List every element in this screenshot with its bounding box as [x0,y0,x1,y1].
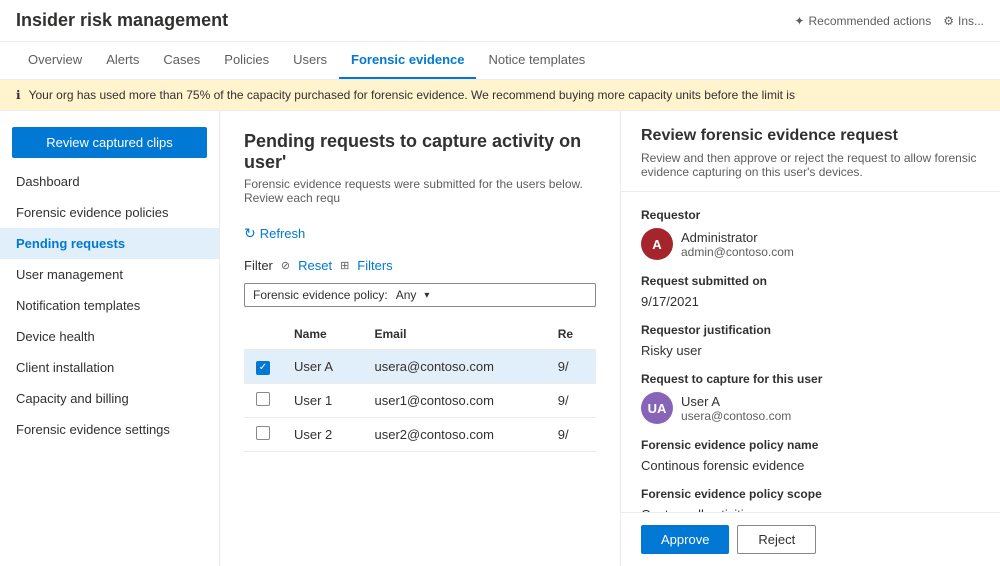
submitted-on-value: 9/17/2021 [641,294,980,309]
user-name-user2: User 2 [282,417,363,451]
sidebar-item-forensic-evidence-settings[interactable]: Forensic evidence settings [0,414,219,445]
tab-alerts[interactable]: Alerts [94,42,151,79]
policy-name-value: Continous forensic evidence [641,458,980,473]
dropdown-value: Any [396,288,417,302]
filter-reset-icon: ⊘ [281,259,290,272]
main-content: Pending requests to capture activity on … [220,111,620,566]
right-panel-title: Review forensic evidence request [641,127,980,145]
capture-user-label: Request to capture for this user [641,372,980,386]
sidebar-item-user-management[interactable]: User management [0,259,219,290]
submitted-on-label: Request submitted on [641,274,980,288]
col-date: Re [546,319,596,350]
warning-text: Your org has used more than 75% of the c… [29,88,795,102]
table-row[interactable]: User 2 user2@contoso.com 9/ [244,417,596,451]
tab-notice-templates[interactable]: Notice templates [476,42,597,79]
sidebar: Review captured clips Dashboard Forensic… [0,111,220,566]
col-email: Email [363,319,546,350]
tab-policies[interactable]: Policies [212,42,281,79]
right-panel-desc: Review and then approve or reject the re… [641,151,980,179]
refresh-icon: ↻ [244,225,256,242]
policy-name-label: Forensic evidence policy name [641,438,980,452]
right-panel-body: Requestor A Administrator admin@contoso.… [621,192,1000,512]
user-date-user2: 9/ [546,417,596,451]
sidebar-item-device-health[interactable]: Device health [0,321,219,352]
policy-filter-area: Forensic evidence policy: Any ▾ [244,283,596,307]
chevron-down-icon: ▾ [424,290,429,301]
right-panel-footer: Approve Reject [621,512,1000,566]
main-layout: Review captured clips Dashboard Forensic… [0,111,1000,566]
policy-scope-label: Forensic evidence policy scope [641,487,980,501]
justification-value: Risky user [641,343,980,358]
requestor-name: Administrator [681,230,794,245]
table-row[interactable]: User 1 user1@contoso.com 9/ [244,383,596,417]
nav-tabs: Overview Alerts Cases Policies Users For… [0,42,1000,80]
sidebar-item-pending-requests[interactable]: Pending requests [0,228,219,259]
star-icon: ✦ [794,14,804,28]
table-row[interactable]: ✓ User A usera@contoso.com 9/ [244,350,596,384]
app-title: Insider risk management [16,10,794,31]
filter-area: Filter ⊘ Reset ⊞ Filters [244,258,596,273]
approve-button[interactable]: Approve [641,525,729,554]
sidebar-item-capacity-billing[interactable]: Capacity and billing [0,383,219,414]
user-email-user1: user1@contoso.com [363,383,546,417]
user-date-usera: 9/ [546,350,596,384]
avatar: UA [641,392,673,424]
sidebar-item-forensic-evidence-policies[interactable]: Forensic evidence policies [0,197,219,228]
dropdown-label: Forensic evidence policy: [253,288,388,302]
header: Insider risk management ✦ Recommended ac… [0,0,1000,42]
recommended-actions-btn[interactable]: ✦ Recommended actions [794,14,931,28]
filters-button[interactable]: Filters [357,258,392,273]
policy-dropdown[interactable]: Forensic evidence policy: Any ▾ [244,283,596,307]
capture-user-name: User A [681,394,791,409]
page-desc: Forensic evidence requests were submitte… [244,177,596,205]
sidebar-item-notification-templates[interactable]: Notification templates [0,290,219,321]
capture-user-email: usera@contoso.com [681,409,791,423]
row-checkbox-user2[interactable] [256,426,270,440]
user-date-user1: 9/ [546,383,596,417]
warning-icon: ℹ [16,88,21,102]
reject-button[interactable]: Reject [737,525,816,554]
tab-users[interactable]: Users [281,42,339,79]
review-captured-clips-button[interactable]: Review captured clips [12,127,207,158]
user-email-user2: user2@contoso.com [363,417,546,451]
header-actions: ✦ Recommended actions ⚙ Ins... [794,14,984,28]
right-panel: Review forensic evidence request Review … [620,111,1000,566]
col-checkbox [244,319,282,350]
col-name: Name [282,319,363,350]
users-table: Name Email Re ✓ User A usera@contoso.com… [244,319,596,452]
user-email-usera: usera@contoso.com [363,350,546,384]
tab-overview[interactable]: Overview [16,42,94,79]
right-panel-header: Review forensic evidence request Review … [621,111,1000,192]
tab-cases[interactable]: Cases [151,42,212,79]
warning-banner: ℹ Your org has used more than 75% of the… [0,80,1000,111]
requestor-info: A Administrator admin@contoso.com [641,228,980,260]
reset-button[interactable]: Reset [298,258,332,273]
settings-btn[interactable]: ⚙ Ins... [943,14,984,28]
toolbar: ↻ Refresh [244,221,596,246]
justification-label: Requestor justification [641,323,980,337]
sidebar-item-client-installation[interactable]: Client installation [0,352,219,383]
user-name-user1: User 1 [282,383,363,417]
row-checkbox-usera[interactable]: ✓ [256,361,270,375]
filter-filters-icon: ⊞ [340,259,349,272]
capture-user-info: UA User A usera@contoso.com [641,392,980,424]
filter-label: Filter [244,258,273,273]
content-area: Pending requests to capture activity on … [220,111,620,566]
settings-icon: ⚙ [943,14,954,28]
page-title: Pending requests to capture activity on … [244,131,596,173]
requestor-email: admin@contoso.com [681,245,794,259]
sidebar-item-dashboard[interactable]: Dashboard [0,166,219,197]
requestor-label: Requestor [641,208,980,222]
avatar: A [641,228,673,260]
row-checkbox-user1[interactable] [256,392,270,406]
refresh-button[interactable]: ↻ Refresh [244,221,305,246]
tab-forensic-evidence[interactable]: Forensic evidence [339,42,476,79]
user-name-usera: User A [282,350,363,384]
